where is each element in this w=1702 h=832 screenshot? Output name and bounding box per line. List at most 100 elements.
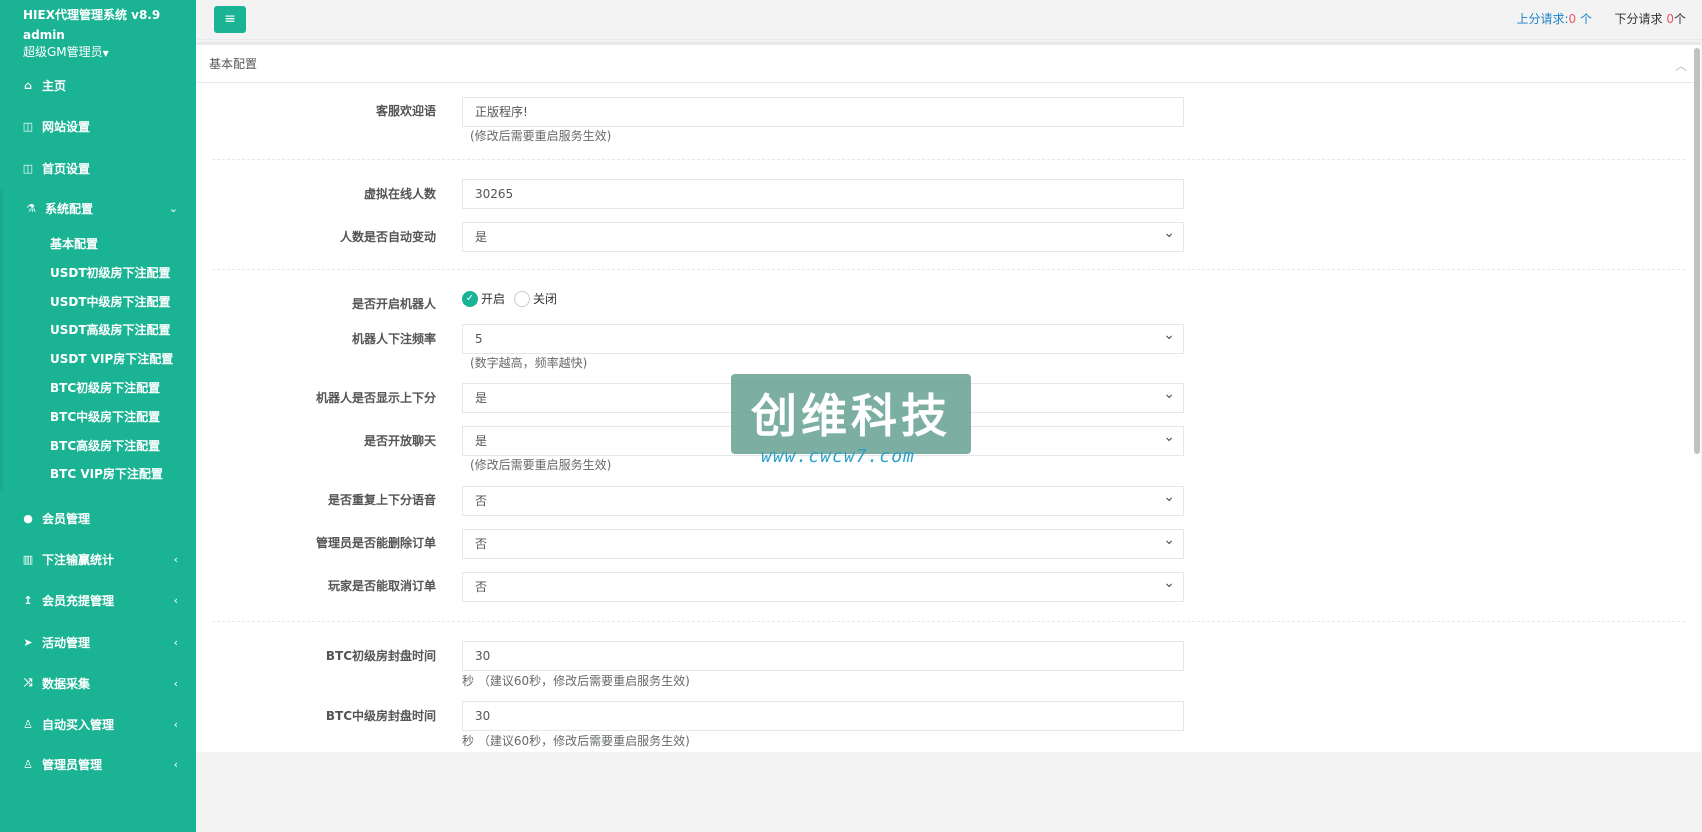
welcome-input[interactable]: 正版程序! <box>462 97 1184 127</box>
nav-label: 管理员管理 <box>42 757 103 772</box>
auto-change-label: 人数是否自动变动 <box>339 230 436 244</box>
subnav-usdt-vip[interactable]: USDT VIP房下注配置 <box>50 352 173 366</box>
nav-home[interactable]: ⌂ 主页 <box>0 67 196 103</box>
up-request-link[interactable]: 上分请求:0 个 <box>1516 10 1592 27</box>
admin-delete-label: 管理员是否能删除订单 <box>315 536 436 550</box>
up-request-unit: 个 <box>1576 12 1592 26</box>
nav-data-collect[interactable]: ⤨ 数据采集 ‹ <box>0 665 196 701</box>
nav-label: 网站设置 <box>42 119 91 134</box>
btc-junior-input[interactable]: 30 <box>462 641 1184 671</box>
nav-label: 会员管理 <box>42 511 91 526</box>
app-title: HIEX代理管理系统 v8.9 <box>23 8 161 22</box>
radio-empty-icon <box>514 290 530 307</box>
up-request-label: 上分请求: <box>1516 12 1569 26</box>
btc-mid-label: BTC中级房封盘时间 <box>325 709 436 723</box>
nav-member-management[interactable]: ● 会员管理 <box>0 500 196 536</box>
nav-auto-buy[interactable]: ♙ 自动买入管理 ‹ <box>0 706 196 742</box>
nav-label: 主页 <box>42 78 67 93</box>
role-dropdown[interactable]: 超级GM管理员▼ <box>23 45 196 61</box>
btc-mid-input[interactable]: 30 <box>462 701 1184 731</box>
online-label: 虚拟在线人数 <box>363 187 436 201</box>
nav-label: 首页设置 <box>42 161 91 176</box>
nav-activity[interactable]: ➤ 活动管理 ‹ <box>0 624 196 660</box>
robot-label: 是否开启机器人 <box>351 297 436 311</box>
chevron-left-icon: ‹ <box>173 717 178 731</box>
subnav-usdt-junior[interactable]: USDT初级房下注配置 <box>50 266 171 280</box>
subnav-usdt-mid[interactable]: USDT中级房下注配置 <box>50 295 171 309</box>
subnav-btc-junior[interactable]: BTC初级房下注配置 <box>50 381 160 395</box>
down-request-link[interactable]: 下分请求 0个 <box>1615 10 1686 27</box>
welcome-label: 客服欢迎语 <box>375 104 436 118</box>
robot-show-value: 是 <box>475 391 488 405</box>
chevron-left-icon: ‹ <box>173 552 178 566</box>
online-count-input[interactable]: 30265 <box>462 179 1184 209</box>
robot-on-label: 开启 <box>481 292 506 306</box>
player-cancel-label: 玩家是否能取消订单 <box>327 579 436 593</box>
robot-freq-select[interactable]: 5 <box>462 321 1184 354</box>
male-icon: ♙ <box>23 757 33 771</box>
nav-bet-stats[interactable]: ▥ 下注输赢统计 ‹ <box>0 541 196 577</box>
admin-delete-value: 否 <box>475 537 488 551</box>
nav-label: 系统配置 <box>45 201 94 216</box>
role-label: 超级GM管理员 <box>23 45 103 59</box>
robot-freq-label: 机器人下注频率 <box>351 332 436 346</box>
random-icon: ⤨ <box>23 676 33 689</box>
btc-junior-label: BTC初级房封盘时间 <box>325 649 436 663</box>
nav-site-settings[interactable]: ◫ 网站设置 <box>0 108 196 144</box>
btc-junior-help: 秒 （建议60秒，修改后需要重启服务生效) <box>462 674 690 688</box>
username: admin <box>23 28 65 42</box>
robot-show-label: 机器人是否显示上下分 <box>315 391 436 405</box>
panel-title: 基本配置 <box>196 45 1701 83</box>
flask-icon: ⚗ <box>26 201 36 215</box>
nav-deposit-withdraw[interactable]: ↥ 会员充提管理 ‹ <box>0 582 196 618</box>
repeat-voice-select[interactable]: 否 <box>462 483 1184 516</box>
home-icon: ⌂ <box>24 78 32 92</box>
watermark-text: 创维科技 <box>751 389 951 443</box>
paper-plane-icon: ➤ <box>23 635 33 649</box>
down-request-count: 0 <box>1666 12 1674 26</box>
check-icon: ✓ <box>462 290 478 307</box>
subnav-basic-config[interactable]: 基本配置 <box>50 237 98 251</box>
nav-label: 下注输赢统计 <box>42 552 115 567</box>
nav-label: 数据采集 <box>42 676 91 691</box>
columns-icon: ◫ <box>22 161 34 175</box>
subnav-btc-mid[interactable]: BTC中级房下注配置 <box>50 410 160 424</box>
subnav-btc-vip[interactable]: BTC VIP房下注配置 <box>50 467 163 481</box>
auto-change-select[interactable]: 是 <box>462 219 1184 252</box>
down-request-label: 下分请求 <box>1614 12 1667 26</box>
robot-off-label: 关闭 <box>533 292 558 306</box>
robot-off-radio[interactable]: 关闭 <box>514 290 557 307</box>
chevron-up-icon[interactable]: ︿ <box>1675 57 1687 74</box>
divider <box>212 621 1685 622</box>
subnav-btc-senior[interactable]: BTC高级房下注配置 <box>50 439 160 453</box>
chat-label: 是否开放聊天 <box>363 434 436 448</box>
caret-down-icon: ▼ <box>102 49 109 58</box>
male-icon: ♙ <box>23 717 33 731</box>
robot-freq-help: (数字越高，频率越快) <box>470 356 588 370</box>
app: HIEX代理管理系统 v8.9 admin 超级GM管理员▼ ⌂ 主页 ◫ 网站设置… <box>0 0 1702 832</box>
columns-icon: ◫ <box>22 119 34 133</box>
nav-admin-management[interactable]: ♙ 管理员管理 ‹ <box>0 746 196 782</box>
menu-toggle-button[interactable]: ≡ <box>214 6 246 33</box>
repeat-voice-label: 是否重复上下分语音 <box>327 493 436 507</box>
nav-label: 自动买入管理 <box>42 717 115 732</box>
player-cancel-select[interactable]: 否 <box>462 569 1184 602</box>
sidebar: HIEX代理管理系统 v8.9 admin 超级GM管理员▼ ⌂ 主页 ◫ 网站设置… <box>0 0 196 832</box>
chat-help: (修改后需要重启服务生效) <box>470 458 612 472</box>
watermark: 创维科技 www.cwcw7.com <box>731 374 971 467</box>
nav-system-config[interactable]: ⚗ 系统配置 ⌄ <box>0 190 196 226</box>
nav-label: 会员充提管理 <box>42 593 115 608</box>
chevron-left-icon: ‹ <box>173 676 178 690</box>
bar-chart-icon: ▥ <box>22 552 34 566</box>
repeat-voice-value: 否 <box>475 494 488 508</box>
scrollbar[interactable] <box>1694 48 1700 454</box>
robot-on-radio[interactable]: ✓ 开启 <box>462 290 505 307</box>
nav-home-settings[interactable]: ◫ 首页设置 <box>0 150 196 186</box>
robot-freq-value: 5 <box>475 332 483 346</box>
divider <box>212 269 1685 270</box>
admin-delete-select[interactable]: 否 <box>462 526 1184 559</box>
down-request-unit: 个 <box>1673 12 1686 26</box>
chevron-left-icon: ‹ <box>173 635 178 649</box>
nav-label: 活动管理 <box>42 635 91 650</box>
subnav-usdt-senior[interactable]: USDT高级房下注配置 <box>50 323 171 337</box>
